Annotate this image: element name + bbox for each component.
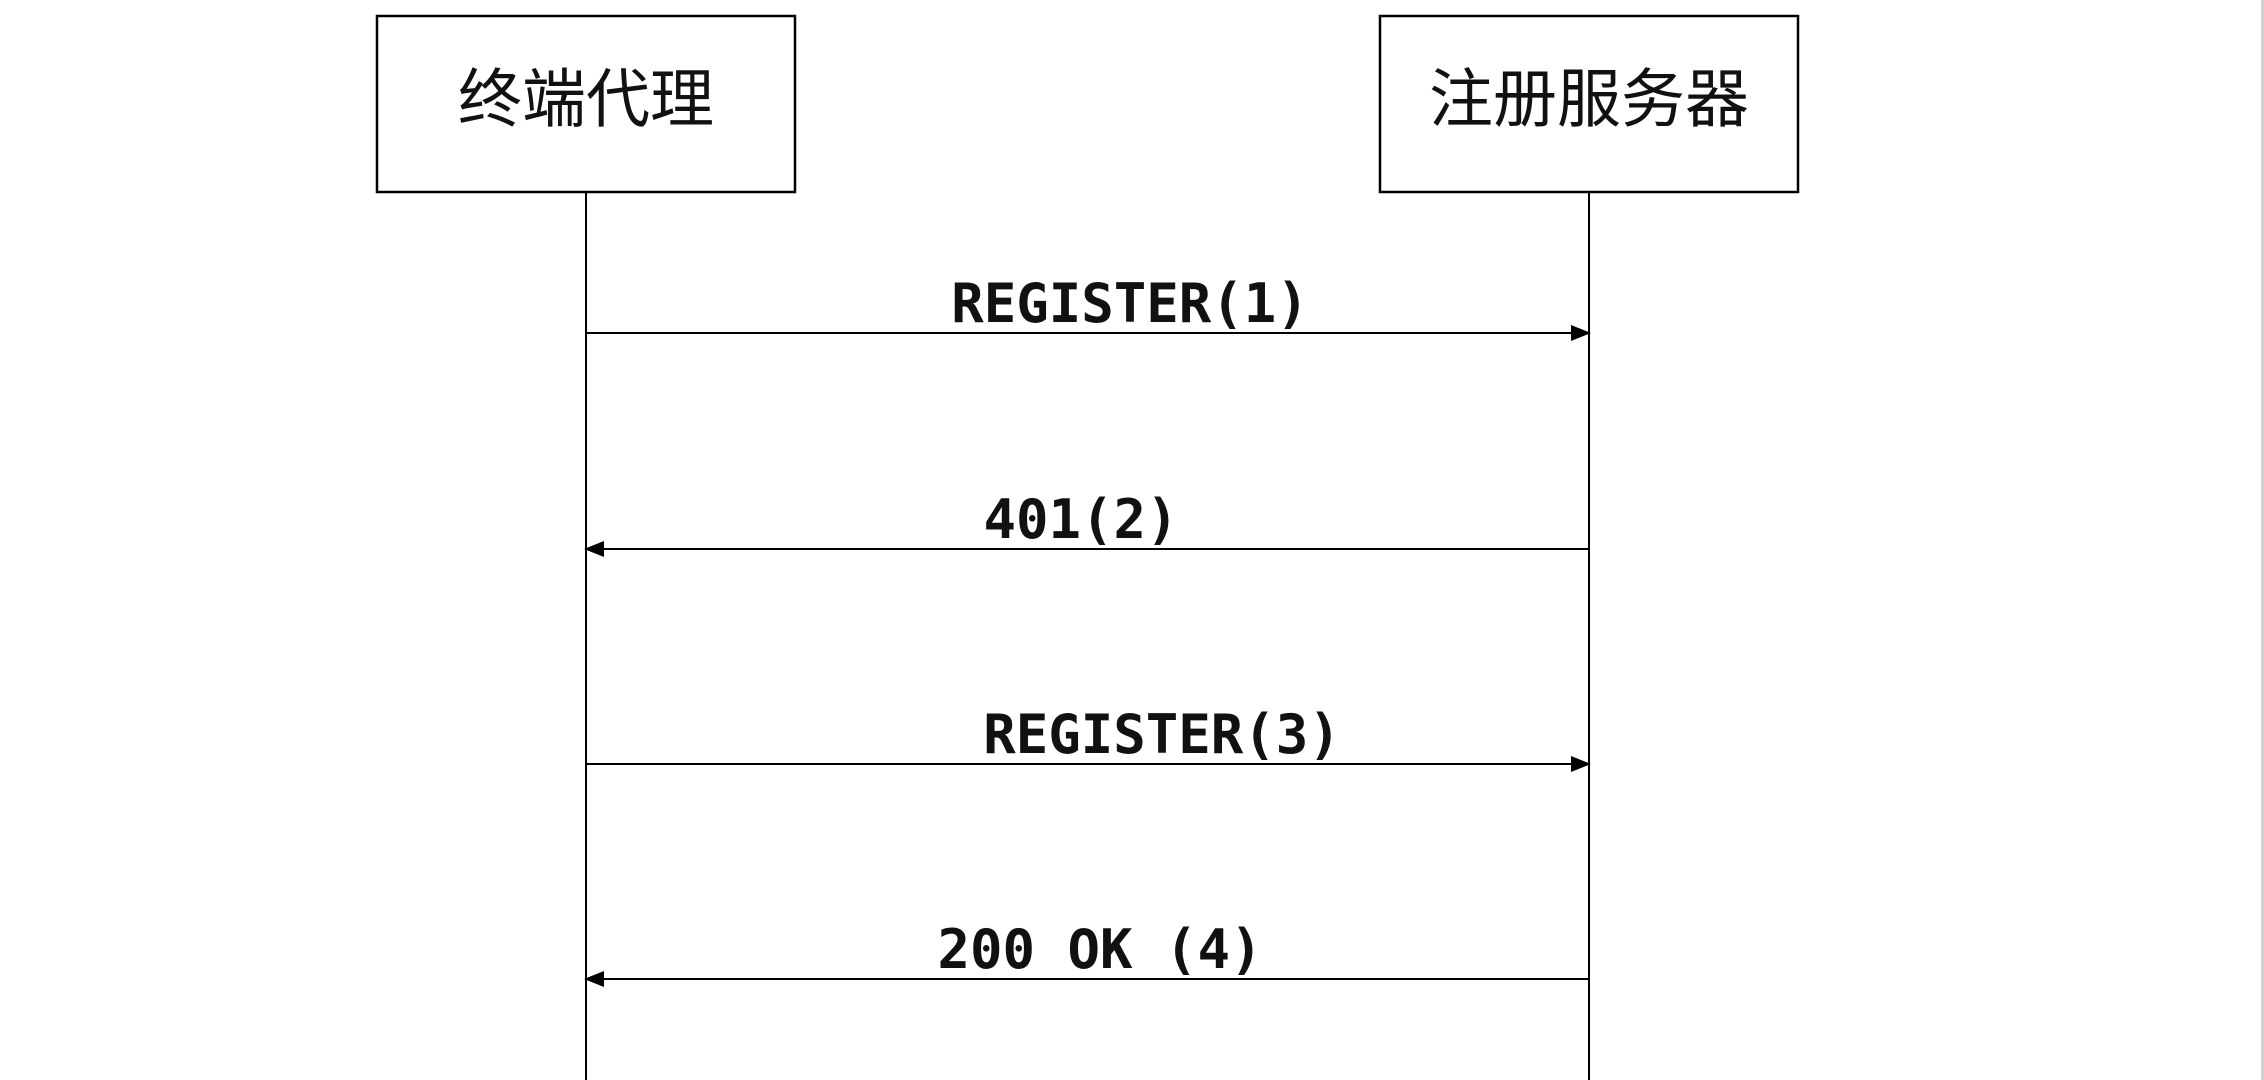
- message-label-1: REGISTER(1): [951, 272, 1309, 335]
- message-label-2: 401(2): [983, 488, 1178, 551]
- message-1: REGISTER(1): [586, 272, 1591, 341]
- message-label-4: 200 OK (4): [937, 918, 1262, 981]
- actor-terminal-agent: 终端代理: [375, 14, 797, 194]
- message-3: REGISTER(3): [586, 703, 1591, 772]
- actor-label-registrar: 注册服务器: [1429, 64, 1749, 138]
- actor-label-terminal-agent: 终端代理: [458, 64, 714, 138]
- sequence-diagram: 终端代理 注册服务器 REGISTER(1) 401(2) REGISTER(3…: [375, 14, 1800, 1080]
- message-label-3: REGISTER(3): [983, 703, 1341, 766]
- message-4: 200 OK (4): [584, 918, 1589, 987]
- message-2: 401(2): [584, 488, 1589, 557]
- actor-registrar: 注册服务器: [1378, 14, 1800, 194]
